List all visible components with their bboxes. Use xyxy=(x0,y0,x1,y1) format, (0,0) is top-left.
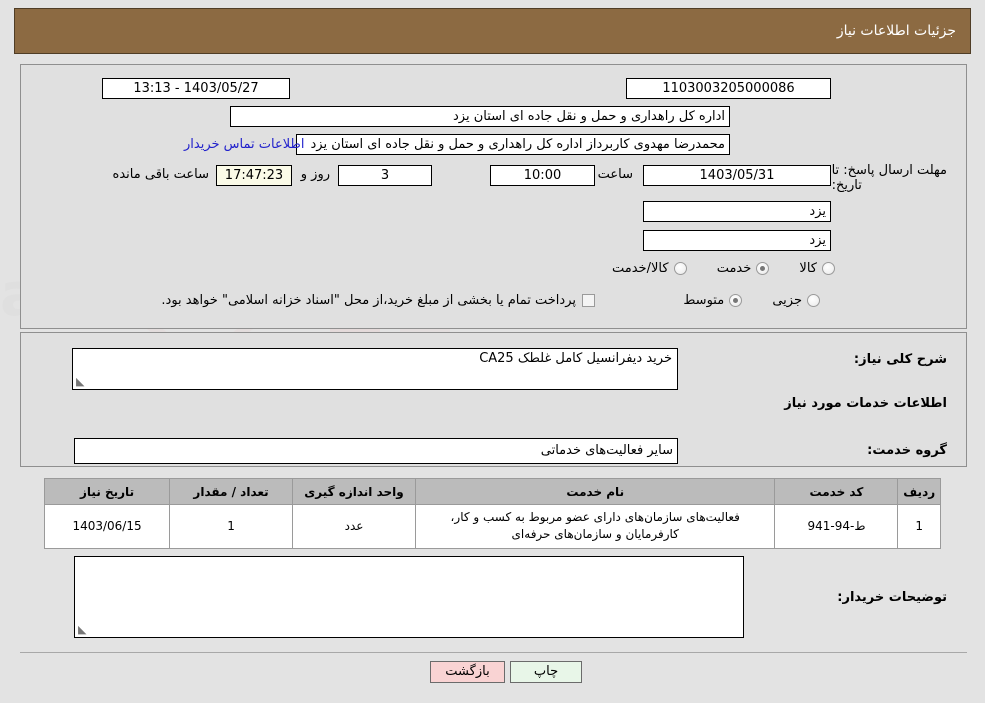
deadline-date-field[interactable]: 1403/05/31 xyxy=(643,165,831,186)
bottom-divider xyxy=(20,652,967,653)
need-number-field[interactable]: 1103003205000086 xyxy=(626,78,831,99)
process-option-jozei-label: جزیی xyxy=(772,293,802,308)
need-summary-label: شرح کلی نیاز: xyxy=(853,352,947,367)
remaining-days-field[interactable]: 3 xyxy=(338,165,432,186)
need-info-panel xyxy=(20,64,967,329)
treasury-checkbox[interactable] xyxy=(582,294,595,307)
cell-need-date: 1403/06/15 xyxy=(43,504,171,549)
deadline-label-block: مهلت ارسال پاسخ: تا تاریخ: xyxy=(832,163,947,193)
category-radio-group: کالا خدمت کالا/خدمت xyxy=(586,261,835,279)
buyer-notes-textarea[interactable]: ◢ xyxy=(74,556,744,638)
process-radio-group: جزیی متوسط xyxy=(657,293,820,311)
col-radif: ردیف xyxy=(897,478,941,505)
buyer-notes-label: توضیحات خریدار: xyxy=(837,590,947,605)
need-summary-textarea[interactable]: خرید دیفرانسیل کامل غلطک CA25 ◢ xyxy=(72,348,678,390)
treasury-checkbox-label: پرداخت تمام یا بخشی از مبلغ خرید،از محل … xyxy=(161,293,576,308)
radio-motavaset[interactable] xyxy=(729,294,743,307)
buyer-contact-link[interactable]: اطلاعات تماس خریدار xyxy=(184,137,304,152)
category-option-khedmat[interactable]: خدمت xyxy=(717,261,770,276)
deadline-label-line1: مهلت ارسال پاسخ: تا xyxy=(831,163,947,178)
col-qty: تعداد / مقدار xyxy=(169,478,294,505)
col-need-date: تاریخ نیاز xyxy=(43,478,171,505)
resize-grip-icon-2[interactable]: ◢ xyxy=(78,623,88,636)
service-group-field[interactable]: سایر فعالیت‌های خدماتی xyxy=(74,438,678,464)
page-root: AnaTender .net جزئیات اطلاعات نیاز شماره… xyxy=(0,0,985,703)
category-option-kala[interactable]: کالا xyxy=(799,261,835,276)
cell-qty: 1 xyxy=(169,504,294,549)
process-option-motavaset-label: متوسط xyxy=(683,293,725,308)
services-section-title: اطلاعات خدمات مورد نیاز xyxy=(784,396,947,411)
deadline-hour-word: ساعت xyxy=(597,167,633,182)
city-field[interactable]: یزد xyxy=(643,230,831,251)
remaining-suffix-label: ساعت باقی مانده xyxy=(112,167,209,182)
cell-name: فعالیت‌های سازمان‌های دارای عضو مربوط به… xyxy=(414,504,776,549)
remaining-time-field: 17:47:23 xyxy=(216,165,292,186)
creator-field[interactable]: محمدرضا مهدوی کاربرداز اداره کل راهداری … xyxy=(296,134,730,155)
buyer-org-field[interactable]: اداره کل راهداری و حمل و نقل جاده ای است… xyxy=(230,106,730,127)
table-row: 1 ط-94-941 فعالیت‌های سازمان‌های دارای ع… xyxy=(43,504,941,549)
days-and-word: روز و xyxy=(300,167,330,182)
deadline-time-field[interactable]: 10:00 xyxy=(490,165,595,186)
back-button[interactable]: بازگشت xyxy=(430,661,505,683)
cell-unit: عدد xyxy=(292,504,416,549)
page-title: جزئیات اطلاعات نیاز xyxy=(836,23,956,39)
service-group-label: گروه خدمت: xyxy=(867,443,947,458)
treasury-checkbox-row[interactable]: پرداخت تمام یا بخشی از مبلغ خرید،از محل … xyxy=(161,293,595,308)
col-name: نام خدمت xyxy=(414,478,776,505)
resize-grip-icon[interactable]: ◢ xyxy=(76,375,86,388)
print-button[interactable]: چاپ xyxy=(510,661,582,683)
process-option-motavaset[interactable]: متوسط xyxy=(683,293,743,308)
table-header-row: ردیف کد خدمت نام خدمت واحد اندازه گیری ت… xyxy=(43,478,941,505)
col-unit: واحد اندازه گیری xyxy=(292,478,416,505)
category-option-kala-khedmat-label: کالا/خدمت xyxy=(612,261,669,276)
need-summary-value: خرید دیفرانسیل کامل غلطک CA25 xyxy=(479,351,672,366)
public-announce-field[interactable]: 1403/05/27 - 13:13 xyxy=(102,78,290,99)
category-option-khedmat-label: خدمت xyxy=(716,261,752,276)
page-header-bar: جزئیات اطلاعات نیاز xyxy=(14,8,971,54)
radio-kala-khedmat[interactable] xyxy=(673,262,687,275)
process-option-jozei[interactable]: جزیی xyxy=(772,293,820,308)
cell-radif: 1 xyxy=(897,504,941,549)
service-items-table: ردیف کد خدمت نام خدمت واحد اندازه گیری ت… xyxy=(43,478,941,549)
category-option-kala-label: کالا xyxy=(799,261,817,276)
radio-kala[interactable] xyxy=(822,262,835,275)
radio-khedmat[interactable] xyxy=(756,262,770,275)
category-option-kala-khedmat[interactable]: کالا/خدمت xyxy=(612,261,687,276)
cell-code: ط-94-941 xyxy=(774,504,899,549)
deadline-label-line2: تاریخ: xyxy=(831,178,862,193)
radio-jozei[interactable] xyxy=(807,294,820,307)
province-field[interactable]: یزد xyxy=(643,201,831,222)
col-code: کد خدمت xyxy=(774,478,899,505)
